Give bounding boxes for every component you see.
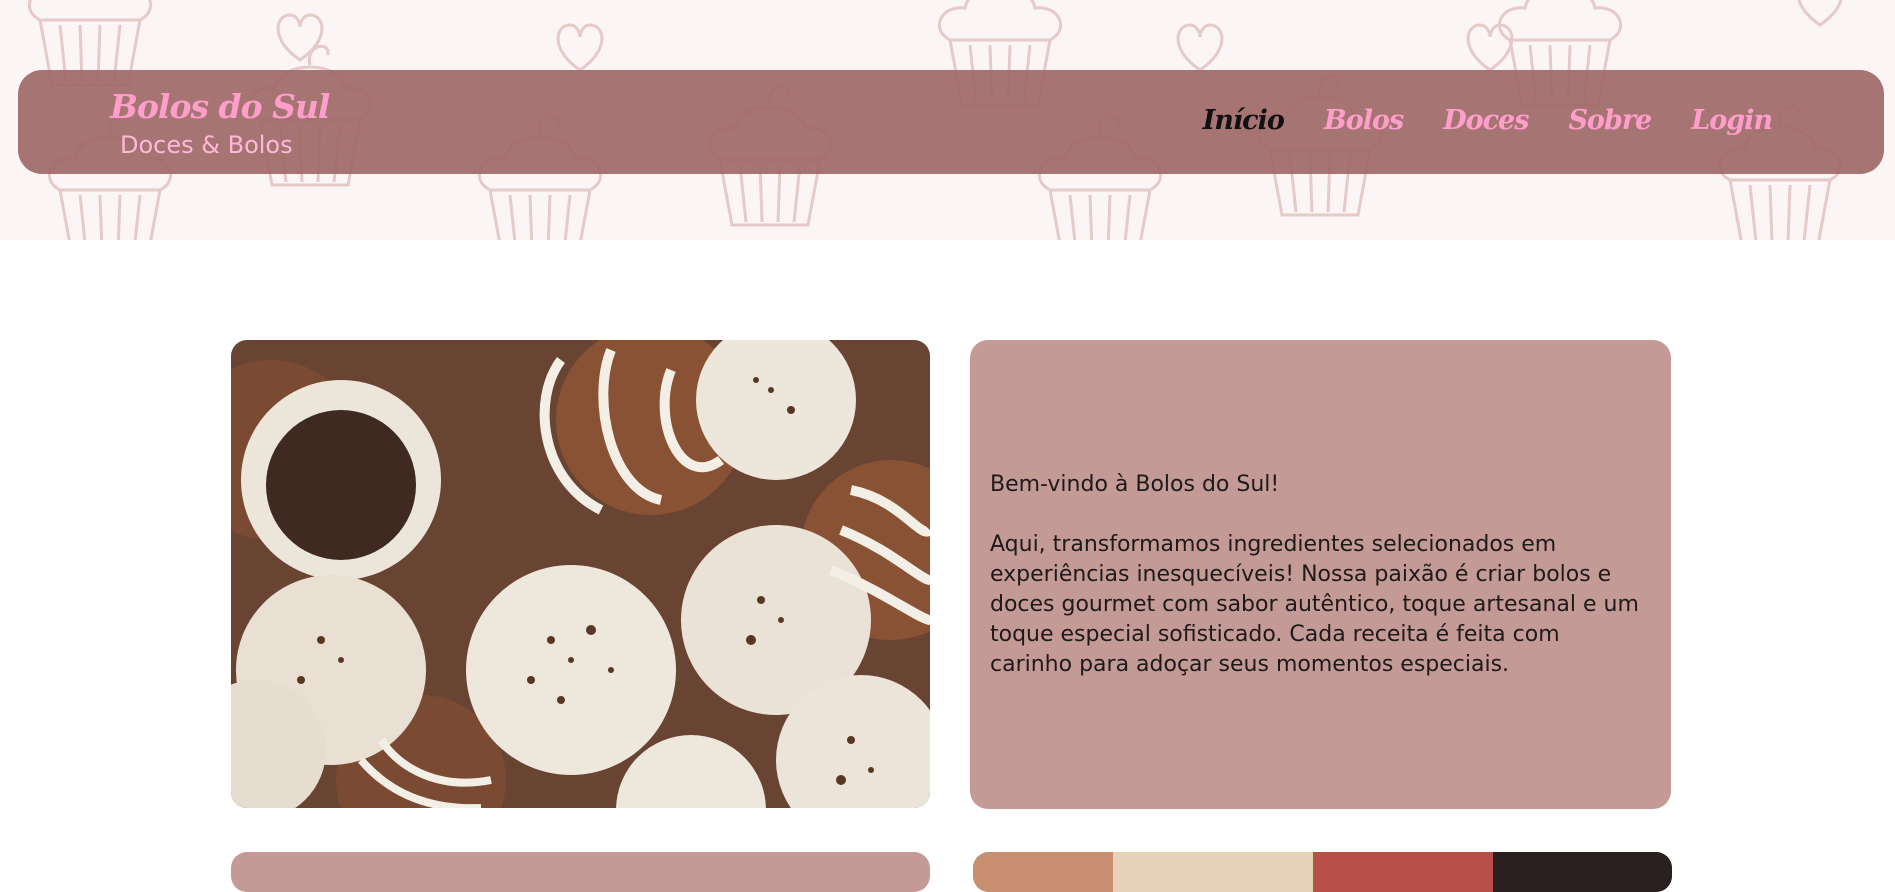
brand-tagline: Doces & Bolos bbox=[120, 131, 293, 159]
welcome-heading: Bem-vindo à Bolos do Sul! bbox=[990, 472, 1280, 497]
next-card-left bbox=[231, 852, 930, 892]
nav-link-sobre[interactable]: Sobre bbox=[1568, 105, 1652, 136]
truffles-image bbox=[231, 340, 930, 808]
nav-link-login[interactable]: Login bbox=[1691, 105, 1773, 136]
navbar: Bolos do Sul Doces & Bolos Início Bolos … bbox=[18, 70, 1884, 174]
welcome-body: Aqui, transformamos ingredientes selecio… bbox=[990, 532, 1639, 677]
nav-link-doces[interactable]: Doces bbox=[1443, 105, 1529, 136]
nav-link-bolos[interactable]: Bolos bbox=[1324, 105, 1404, 136]
brand-name[interactable]: Bolos do Sul bbox=[110, 87, 330, 126]
nav-link-inicio[interactable]: Início bbox=[1203, 105, 1285, 136]
main-nav: Início Bolos Doces Sobre Login bbox=[1203, 105, 1773, 136]
welcome-card: Bem-vindo à Bolos do Sul! Aqui, transfor… bbox=[970, 340, 1671, 809]
truffles-photo bbox=[231, 340, 930, 808]
welcome-text: Bem-vindo à Bolos do Sul! Aqui, transfor… bbox=[990, 470, 1645, 710]
next-card-photo bbox=[973, 852, 1672, 892]
